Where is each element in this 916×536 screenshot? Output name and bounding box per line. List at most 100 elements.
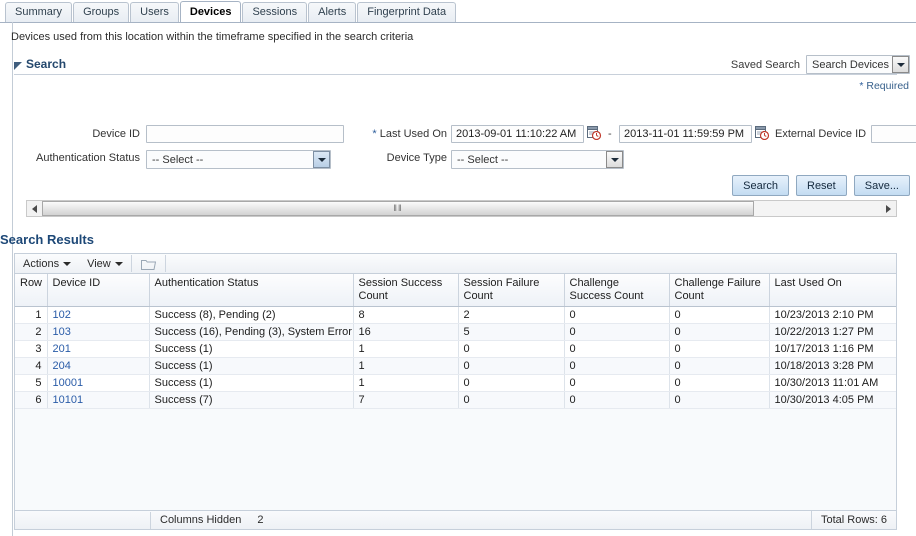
cell-auth-status: Success (1) <box>149 357 354 375</box>
total-rows-status: Total Rows: 6 <box>810 511 896 529</box>
column-header-authentication-status[interactable]: Authentication Status <box>149 274 354 307</box>
cell-session-failure: 0 <box>458 357 565 375</box>
cell-session-success: 8 <box>353 306 459 324</box>
search-results-grid: Row Device ID Authentication Status Session… <box>14 273 897 511</box>
device-id-link[interactable]: 10001 <box>53 377 84 389</box>
reset-button[interactable]: Reset <box>796 175 847 196</box>
search-section-title: Search <box>26 57 67 71</box>
required-asterisk-icon: * <box>372 128 377 140</box>
saved-search-value: Search Devices <box>812 58 890 71</box>
authentication-status-select[interactable]: -- Select -- <box>146 150 331 169</box>
horizontal-scrollbar[interactable]: ‖‖ <box>26 200 897 217</box>
device-id-link[interactable]: 204 <box>53 360 71 372</box>
tab-summary[interactable]: Summary <box>5 2 73 22</box>
search-section-header[interactable]: Search <box>14 57 66 71</box>
save-button[interactable]: Save... <box>853 175 910 196</box>
last-used-on-to-input[interactable] <box>619 125 752 143</box>
calendar-picker-to-icon[interactable] <box>755 126 770 141</box>
cell-row: 1 <box>15 306 48 324</box>
cell-challenge-failure: 0 <box>669 357 770 375</box>
cell-challenge-success: 0 <box>564 340 670 358</box>
chevron-down-icon[interactable] <box>892 56 909 73</box>
column-header-session-success-count[interactable]: Session Success Count <box>353 274 459 307</box>
cell-challenge-success: 0 <box>564 374 670 392</box>
tab-fingerprint-data[interactable]: Fingerprint Data <box>357 2 457 22</box>
table-header-row: Row Device ID Authentication Status Session… <box>15 274 896 307</box>
calendar-picker-from-icon[interactable] <box>587 126 602 141</box>
cell-device-id: 102 <box>47 306 150 324</box>
search-button[interactable]: Search <box>732 175 789 196</box>
cell-challenge-success: 0 <box>564 391 670 409</box>
device-id-link[interactable]: 201 <box>53 343 71 355</box>
cell-session-failure: 5 <box>458 323 565 341</box>
tab-alerts[interactable]: Alerts <box>308 2 357 22</box>
cell-session-failure: 2 <box>458 306 565 324</box>
chevron-down-icon[interactable] <box>606 151 623 168</box>
cell-challenge-failure: 0 <box>669 391 770 409</box>
column-header-challenge-failure-count[interactable]: Challenge Failure Count <box>669 274 770 307</box>
cell-device-id: 10001 <box>47 374 150 392</box>
cell-last-used-on: 10/22/2013 1:27 PM <box>769 323 896 341</box>
scroll-right-arrow-icon[interactable] <box>881 201 896 216</box>
tab-sessions[interactable]: Sessions <box>242 2 308 22</box>
collapse-triangle-icon[interactable] <box>14 61 22 70</box>
cell-last-used-on: 10/18/2013 3:28 PM <box>769 357 896 375</box>
cell-session-success: 1 <box>353 357 459 375</box>
search-criteria-panel: Device ID * Last Used On - <box>14 95 916 170</box>
cell-auth-status: Success (7) <box>149 391 354 409</box>
column-header-challenge-success-count[interactable]: Challenge Success Count <box>564 274 670 307</box>
device-id-link[interactable]: 103 <box>53 326 71 338</box>
detach-button[interactable] <box>132 258 165 270</box>
cell-challenge-success: 0 <box>564 306 670 324</box>
cell-row: 3 <box>15 340 48 358</box>
columns-hidden-count: 2 <box>257 514 264 526</box>
table-row[interactable]: 3 201 Success (1) 1 0 0 0 10/17/2013 1:16 PM <box>15 340 896 358</box>
page-description: Devices used from this location within t… <box>11 31 414 43</box>
cell-last-used-on: 10/30/2013 4:05 PM <box>769 391 896 409</box>
search-action-buttons: Search Reset Save... <box>732 175 910 196</box>
saved-search-group: Saved Search Search Devices <box>731 55 910 74</box>
external-device-id-input[interactable] <box>871 125 916 143</box>
cell-last-used-on: 10/17/2013 1:16 PM <box>769 340 896 358</box>
column-header-device-id[interactable]: Device ID <box>47 274 150 307</box>
device-id-link[interactable]: 10101 <box>53 394 84 406</box>
cell-device-id: 204 <box>47 357 150 375</box>
column-header-last-used-on[interactable]: Last Used On <box>769 274 896 307</box>
table-row[interactable]: 5 10001 Success (1) 1 0 0 0 10/30/2013 11:01 AM <box>15 374 896 392</box>
required-text: Required <box>863 80 909 92</box>
results-table: Row Device ID Authentication Status Session… <box>15 274 896 409</box>
scrollbar-thumb[interactable]: ‖‖ <box>42 201 754 216</box>
cell-session-failure: 0 <box>458 340 565 358</box>
tab-users[interactable]: Users <box>130 2 179 22</box>
tab-devices[interactable]: Devices <box>179 1 242 22</box>
actions-menu[interactable]: Actions <box>15 254 79 273</box>
view-menu[interactable]: View <box>79 254 131 273</box>
cell-session-failure: 0 <box>458 374 565 392</box>
cell-challenge-failure: 0 <box>669 323 770 341</box>
device-id-link[interactable]: 102 <box>53 309 71 321</box>
actions-menu-label: Actions <box>23 257 60 270</box>
table-row[interactable]: 1 102 Success (8), Pending (2) 8 2 0 0 10/23/20… <box>15 306 896 324</box>
device-type-select[interactable]: -- Select -- <box>451 150 624 169</box>
tab-list: Summary Groups Users Devices Sessions Alerts F… <box>5 1 457 22</box>
scroll-left-arrow-icon[interactable] <box>27 201 42 216</box>
cell-auth-status: Success (16), Pending (3), System Error … <box>149 323 354 341</box>
tab-groups[interactable]: Groups <box>73 2 130 22</box>
last-used-on-from-input[interactable] <box>451 125 584 143</box>
cell-session-success: 16 <box>353 323 459 341</box>
column-header-row[interactable]: Row <box>15 274 48 307</box>
scrollbar-track[interactable]: ‖‖ <box>42 201 881 216</box>
cell-device-id: 201 <box>47 340 150 358</box>
authentication-status-value: -- Select -- <box>152 153 204 166</box>
saved-search-select[interactable]: Search Devices <box>806 55 910 74</box>
column-header-session-failure-count[interactable]: Session Failure Count <box>458 274 565 307</box>
table-row[interactable]: 2 103 Success (16), Pending (3), System Er… <box>15 323 896 341</box>
required-note: * Required <box>859 80 909 92</box>
cell-challenge-failure: 0 <box>669 340 770 358</box>
chevron-down-icon[interactable] <box>313 151 330 168</box>
device-id-input[interactable] <box>146 125 344 143</box>
table-row[interactable]: 4 204 Success (1) 1 0 0 0 10/18/2013 3:28 PM <box>15 357 896 375</box>
results-toolbar: Actions View <box>14 253 897 273</box>
table-row[interactable]: 6 10101 Success (7) 7 0 0 0 10/30/2013 4:05 PM <box>15 391 896 409</box>
columns-hidden-status: Columns Hidden 2 <box>151 514 263 526</box>
